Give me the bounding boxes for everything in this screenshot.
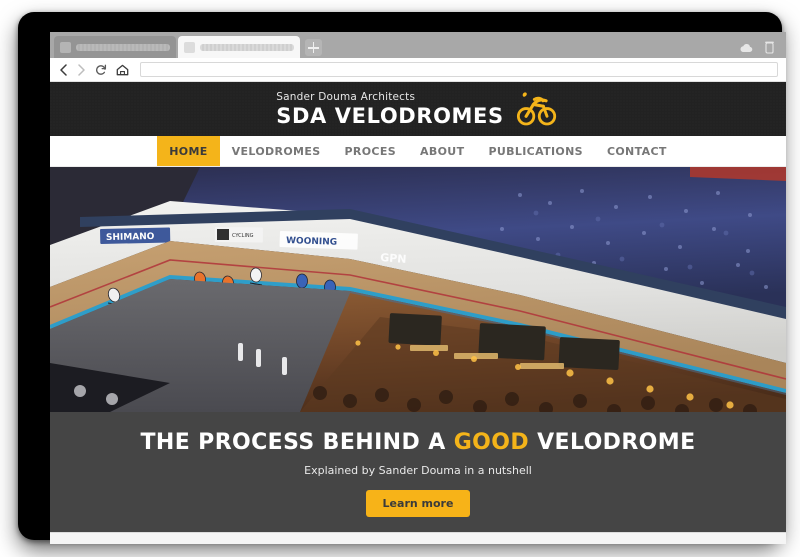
site-brand[interactable]: Sander Douma Architects SDA VELODROMES — [276, 89, 559, 129]
hero-subtitle: Explained by Sander Douma in a nutshell — [304, 464, 532, 477]
reload-button[interactable] — [95, 64, 107, 76]
device-frame: Sander Douma Architects SDA VELODROMES H… — [18, 12, 786, 544]
nav-item-velodromes[interactable]: VELODROMES — [220, 136, 333, 166]
nav-label: PUBLICATIONS — [488, 144, 583, 158]
svg-text:GPN: GPN — [380, 251, 407, 266]
svg-text:WOONING: WOONING — [286, 236, 337, 248]
hero-image: SHIMANO CYCLING WOONING GPN — [50, 167, 786, 412]
browser-tab-1[interactable] — [54, 36, 176, 58]
hero-title-highlight: GOOD — [453, 430, 530, 455]
back-button[interactable] — [59, 63, 68, 76]
site-navigation: HOME VELODROMES PROCES ABOUT PUBLICATION… — [50, 136, 786, 167]
browser-nav-toolbar — [50, 58, 786, 82]
svg-text:SHIMANO: SHIMANO — [106, 232, 155, 243]
page-viewport: Sander Douma Architects SDA VELODROMES H… — [50, 82, 786, 544]
browser-window: Sander Douma Architects SDA VELODROMES H… — [50, 32, 786, 544]
svg-text:CYCLING: CYCLING — [232, 233, 254, 239]
nav-label: HOME — [169, 144, 208, 158]
browser-tab-2[interactable] — [178, 36, 300, 58]
hero-title-suffix: VELODROME — [529, 430, 696, 455]
page-footer-strip — [50, 532, 786, 544]
nav-item-home[interactable]: HOME — [157, 136, 220, 166]
hero-title: THE PROCESS BEHIND A GOOD VELODROME — [140, 430, 695, 455]
velodrome-photo-illustration: SHIMANO CYCLING WOONING GPN — [50, 167, 786, 412]
site-header: Sander Douma Architects SDA VELODROMES — [50, 82, 786, 136]
nav-item-contact[interactable]: CONTACT — [595, 136, 679, 166]
nav-label: ABOUT — [420, 144, 465, 158]
cyclist-logo-icon — [514, 89, 560, 129]
nav-label: CONTACT — [606, 144, 667, 158]
cloud-icon[interactable] — [740, 43, 753, 53]
learn-more-button[interactable]: Learn more — [365, 490, 471, 517]
browser-tab-1-title — [76, 43, 170, 51]
nav-item-publications[interactable]: PUBLICATIONS — [476, 136, 595, 166]
forward-button[interactable] — [77, 63, 86, 76]
browser-tab-strip — [50, 32, 786, 58]
tab-favicon-icon — [60, 41, 71, 53]
tab-favicon-icon — [184, 41, 195, 53]
brand-text: Sander Douma Architects SDA VELODROMES — [276, 91, 503, 128]
brand-subtitle: Sander Douma Architects — [276, 90, 416, 103]
brand-title: SDA VELODROMES — [276, 103, 504, 128]
nav-label: PROCES — [344, 144, 396, 158]
nav-label: VELODROMES — [231, 144, 321, 158]
browser-tab-2-title — [200, 43, 294, 51]
hero-caption-band: THE PROCESS BEHIND A GOOD VELODROME Expl… — [50, 412, 786, 532]
home-button[interactable] — [116, 64, 129, 76]
new-tab-button[interactable] — [305, 39, 322, 56]
nav-item-proces[interactable]: PROCES — [333, 136, 409, 166]
battery-icon[interactable] — [765, 41, 774, 54]
url-input[interactable] — [140, 62, 778, 77]
nav-item-about[interactable]: ABOUT — [408, 136, 476, 166]
browser-status-icons — [740, 41, 786, 58]
hero-title-prefix: THE PROCESS BEHIND A — [140, 430, 454, 455]
